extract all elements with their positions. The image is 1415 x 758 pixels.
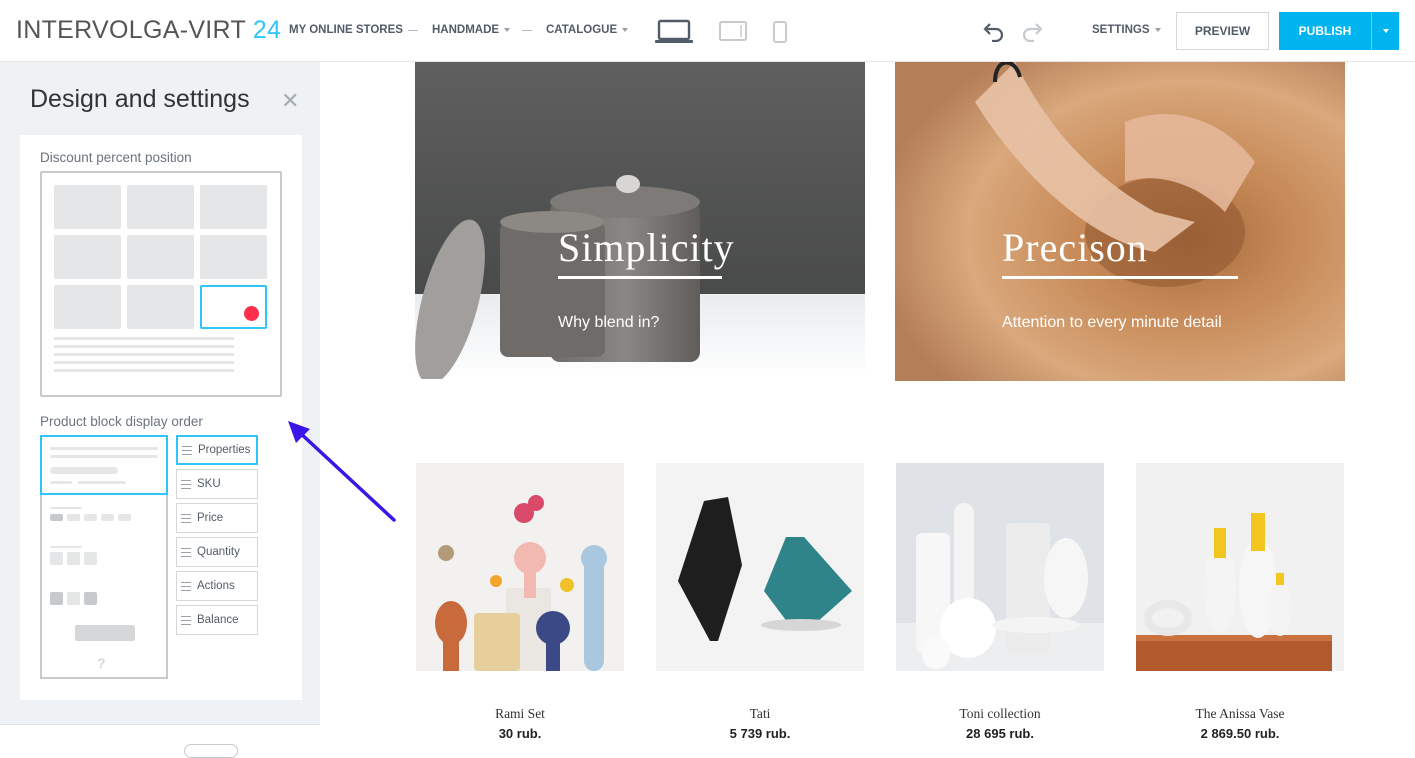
order-item-properties[interactable]: Properties: [176, 435, 258, 465]
publish-options-button[interactable]: [1371, 12, 1399, 50]
banner-simplicity[interactable]: Simplicity Why blend in?: [415, 62, 865, 379]
position-cell-top-center[interactable]: [127, 185, 194, 229]
discount-dot-icon: [244, 306, 259, 321]
chevron-down-icon: [1382, 29, 1389, 33]
nav-my-online-stores[interactable]: MY ONLINE STORES: [289, 24, 403, 36]
position-cell-middle-left[interactable]: [54, 235, 121, 279]
drag-handle-icon[interactable]: [181, 581, 191, 591]
product-price: 28 695 rub.: [966, 726, 1034, 741]
settings-card: Discount percent position Product block …: [20, 135, 302, 700]
product-image[interactable]: [896, 463, 1104, 671]
close-icon[interactable]: ✕: [281, 90, 299, 112]
product-image[interactable]: [1136, 463, 1344, 671]
order-item-balance[interactable]: Balance: [176, 605, 258, 635]
order-item-price[interactable]: Price: [176, 503, 258, 533]
display-order-label: Product block display order: [40, 414, 203, 429]
banner-title: Precison: [1002, 225, 1148, 270]
banner-underline: [1002, 276, 1238, 279]
position-cell-middle-right[interactable]: [200, 235, 267, 279]
product-name[interactable]: Tati: [656, 706, 864, 722]
app-name: INTERVOLGA-VIRT: [16, 16, 246, 44]
order-preview-properties: [40, 435, 168, 495]
chevron-down-icon: [622, 27, 629, 32]
text-placeholder-line: [54, 361, 234, 364]
chevron-down-icon: [504, 27, 511, 32]
banner-underline: [558, 276, 722, 279]
position-cell-middle-center[interactable]: [127, 235, 194, 279]
banner-title: Simplicity: [558, 225, 735, 270]
tablet-icon[interactable]: [718, 20, 748, 42]
drag-handle-icon[interactable]: [181, 479, 191, 489]
product-image[interactable]: [656, 463, 864, 671]
chevron-down-icon: [1154, 27, 1161, 32]
undo-icon[interactable]: [980, 20, 1006, 42]
redo-icon[interactable]: [1020, 20, 1046, 42]
text-placeholder-line: [54, 337, 234, 340]
nav-separator: [522, 30, 532, 31]
order-item-sku[interactable]: SKU: [176, 469, 258, 499]
discount-position-label: Discount percent position: [40, 150, 192, 165]
publish-button[interactable]: PUBLISH: [1279, 12, 1371, 50]
drag-handle-icon[interactable]: [181, 615, 191, 625]
panel-footer: [0, 724, 320, 758]
position-cell-top-left[interactable]: [54, 185, 121, 229]
display-order-preview: ?: [40, 435, 168, 679]
product-price: 2 869.50 rub.: [1200, 726, 1280, 741]
banner-precison[interactable]: Precison Attention to every minute detai…: [895, 62, 1345, 381]
position-cell-top-right[interactable]: [200, 185, 267, 229]
text-placeholder-line: [54, 345, 234, 348]
laptop-icon[interactable]: [654, 19, 694, 45]
position-cell-bottom-center[interactable]: [127, 285, 194, 329]
banner-image-pottery-wheel: [895, 62, 1345, 381]
text-placeholder-line: [54, 353, 234, 356]
position-cell-bottom-right[interactable]: [200, 285, 267, 329]
phone-icon[interactable]: [772, 20, 788, 44]
product-name[interactable]: Rami Set: [416, 706, 624, 722]
position-cell-bottom-left[interactable]: [54, 285, 121, 329]
annotation-arrow-icon: [288, 421, 396, 522]
settings-menu[interactable]: SETTINGS: [1092, 24, 1161, 36]
order-item-actions[interactable]: Actions: [176, 571, 258, 601]
text-placeholder-line: [54, 369, 234, 372]
order-item-quantity[interactable]: Quantity: [176, 537, 258, 567]
top-bar: INTERVOLGA-VIRT 24 MY ONLINE STORES HAND…: [0, 0, 1415, 62]
store-preview: Simplicity Why blend in? Precison Attent…: [320, 62, 1415, 749]
product-card[interactable]: The Anissa Vase 2 869.50 rub.: [1136, 463, 1344, 741]
banner-subtitle: Attention to every minute detail: [1002, 314, 1222, 331]
nav-separator: [408, 30, 418, 31]
product-image[interactable]: [416, 463, 624, 671]
product-card[interactable]: Rami Set 30 rub.: [416, 463, 624, 741]
product-card[interactable]: Toni collection 28 695 rub.: [896, 463, 1104, 741]
discount-position-picker: [40, 171, 282, 397]
panel-title: Design and settings: [30, 85, 250, 113]
question-mark: ?: [97, 655, 106, 671]
app-name-suffix: 24: [252, 16, 282, 44]
product-card[interactable]: Tati 5 739 rub.: [656, 463, 864, 741]
nav-handmade[interactable]: HANDMADE: [432, 24, 511, 36]
product-price: 30 rub.: [498, 726, 542, 741]
drag-handle-icon[interactable]: [181, 547, 191, 557]
nav-catalogue[interactable]: CATALOGUE: [546, 24, 629, 36]
product-price: 5 739 rub.: [729, 726, 791, 741]
design-settings-panel: Design and settings ✕ Discount percent p…: [0, 62, 320, 758]
drag-handle-icon[interactable]: [182, 445, 192, 455]
toggle-switch[interactable]: [184, 744, 238, 758]
preview-button[interactable]: PREVIEW: [1176, 12, 1269, 50]
drag-handle-icon[interactable]: [181, 513, 191, 523]
product-name[interactable]: The Anissa Vase: [1136, 706, 1344, 722]
app-logo[interactable]: INTERVOLGA-VIRT 24: [16, 16, 281, 45]
product-name[interactable]: Toni collection: [896, 706, 1104, 722]
banner-subtitle: Why blend in?: [558, 314, 660, 331]
